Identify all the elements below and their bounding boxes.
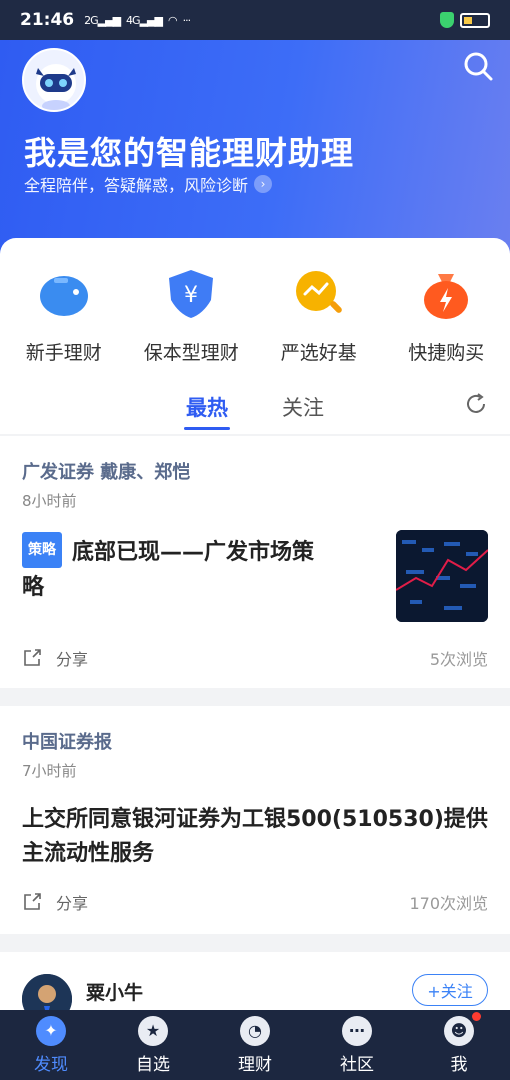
refresh-icon[interactable] — [464, 392, 488, 416]
svg-text:¥: ¥ — [184, 283, 198, 308]
money-bag-icon — [424, 274, 469, 319]
bottom-tab-bar: ✦ 发现 ★ 自选 ◔ 理财 ⋯ 社区 ☻ 我 — [0, 1010, 510, 1080]
card-author[interactable]: 广发证券 戴康、郑恺 — [22, 436, 488, 484]
tab-label: 理财 — [238, 1054, 272, 1075]
status-time: 21:46 — [20, 10, 75, 30]
signal-icon: 2G▂▄▆ — [84, 13, 121, 27]
wifi-icon: ◠ — [167, 13, 178, 27]
feed-card[interactable]: 中国证券报 7小时前 上交所同意银河证券为工银500(510530)提供主流动性… — [0, 706, 510, 934]
tab-watchlist[interactable]: ★ 自选 — [113, 1015, 193, 1075]
magnifier-trend-icon — [295, 271, 342, 313]
share-button[interactable]: 分享 — [56, 890, 88, 914]
chevron-right-icon: › — [254, 175, 273, 193]
feed-card[interactable]: 广发证券 戴康、郑恺 8小时前 策略 底部已现——广发市场策略 分享 5次浏览 — [0, 436, 510, 688]
entry-selected-funds[interactable]: 严选好基 — [259, 266, 379, 365]
search-icon[interactable] — [462, 50, 494, 82]
more-icon: ··· — [182, 13, 191, 27]
category-tag: 策略 — [22, 532, 62, 568]
profile-icon: ☻ — [444, 1015, 474, 1046]
share-icon[interactable] — [22, 892, 42, 912]
star-icon: ★ — [138, 1015, 168, 1046]
card-title[interactable]: 上交所同意银河证券为工银500(510530)提供主流动性服务 — [22, 803, 488, 871]
share-icon[interactable] — [22, 648, 42, 668]
tab-label: 社区 — [340, 1054, 374, 1075]
tab-wealth[interactable]: ◔ 理财 — [215, 1015, 295, 1075]
piggy-bank-icon — [39, 276, 88, 316]
entry-label: 快捷购买 — [408, 342, 485, 364]
card-title[interactable]: 策略 底部已现——广发市场策略 — [22, 532, 332, 605]
tab-me[interactable]: ☻ 我 — [419, 1011, 499, 1075]
article-thumbnail[interactable] — [396, 530, 488, 622]
hero-subtitle[interactable]: 全程陪伴，答疑解惑，风险诊断 › — [24, 172, 273, 196]
share-button[interactable]: 分享 — [56, 646, 88, 670]
card-author[interactable]: 中国证券报 — [22, 706, 488, 754]
author-avatar[interactable] — [22, 974, 72, 1012]
chat-icon: ⋯ — [342, 1015, 372, 1046]
robot-avatar-icon[interactable] — [22, 48, 86, 112]
tab-community[interactable]: ⋯ 社区 — [317, 1015, 397, 1075]
entry-label: 新手理财 — [25, 342, 102, 364]
card-title-text: 底部已现——广发市场策略 — [22, 540, 315, 600]
tab-label: 自选 — [136, 1054, 170, 1075]
hero-banner: 我是您的智能理财助理 全程陪伴，答疑解惑，风险诊断 › — [0, 40, 510, 260]
quick-entry-panel: 新手理财 ¥ 保本型理财 严选好基 快捷购买 最热 关注 — [0, 238, 510, 434]
feed-card[interactable]: 粟小牛 +关注 — [0, 952, 510, 1012]
discover-icon: ✦ — [36, 1015, 66, 1046]
tab-label: 发现 — [34, 1054, 68, 1075]
card-footer: 分享 5次浏览 — [22, 646, 488, 670]
tab-following[interactable]: 关注 — [282, 388, 324, 434]
entry-label: 严选好基 — [280, 342, 357, 364]
tab-label: 我 — [450, 1054, 468, 1075]
status-bar: 21:46 2G▂▄▆ 4G▂▄▆ ◠ ··· — [0, 0, 510, 40]
tab-hot[interactable]: 最热 — [184, 388, 230, 434]
battery-icon — [460, 12, 490, 28]
feed-tabs: 最热 关注 — [0, 388, 510, 434]
security-icon — [440, 12, 454, 28]
entry-quick-buy[interactable]: 快捷购买 — [386, 266, 506, 365]
shield-yuan-icon: ¥ — [169, 270, 214, 318]
signal-icon-2: 4G▂▄▆ — [126, 13, 163, 27]
card-author[interactable]: 粟小牛 — [86, 978, 143, 1005]
follow-button[interactable]: +关注 — [412, 974, 488, 1006]
card-time: 8小时前 — [22, 492, 77, 510]
entry-beginner[interactable]: 新手理财 — [4, 266, 124, 365]
hero-title: 我是您的智能理财助理 — [24, 134, 355, 172]
card-time: 7小时前 — [22, 762, 77, 780]
entry-label: 保本型理财 — [143, 342, 239, 364]
notification-badge — [472, 1011, 481, 1021]
card-footer: 分享 170次浏览 — [22, 890, 488, 914]
view-count: 170次浏览 — [409, 894, 488, 913]
hero-subtitle-text: 全程陪伴，答疑解惑，风险诊断 — [24, 176, 249, 195]
entry-principal-guaranteed[interactable]: ¥ 保本型理财 — [131, 266, 251, 365]
wealth-icon: ◔ — [240, 1015, 270, 1046]
view-count: 5次浏览 — [429, 650, 488, 669]
tab-discover[interactable]: ✦ 发现 — [11, 1015, 91, 1075]
